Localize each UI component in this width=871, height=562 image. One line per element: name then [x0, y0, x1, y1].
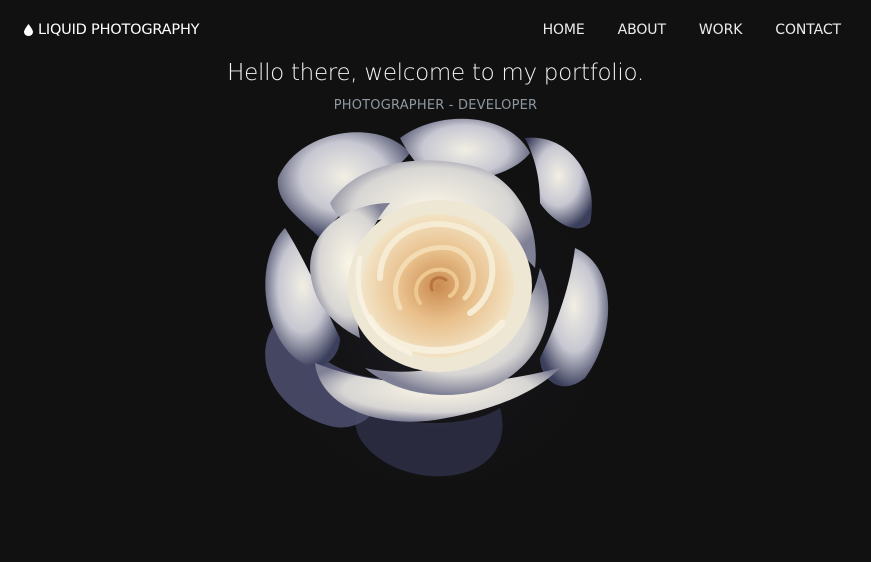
navbar: LIQUID PHOTOGRAPHY HOME ABOUT WORK CONTA… [0, 0, 871, 62]
brand-logo-link[interactable]: LIQUID PHOTOGRAPHY [24, 22, 200, 38]
water-drop-icon [24, 24, 33, 36]
hero-title: Hello there, welcome to my portfolio. [227, 60, 644, 86]
nav-about-link[interactable]: ABOUT [618, 22, 666, 38]
brand-name: LIQUID PHOTOGRAPHY [38, 22, 200, 38]
rose-hero-image [240, 118, 630, 488]
nav-home-link[interactable]: HOME [543, 22, 585, 38]
nav-work-link[interactable]: WORK [699, 22, 742, 38]
main-nav: HOME ABOUT WORK CONTACT [543, 22, 842, 38]
nav-contact-link[interactable]: CONTACT [775, 22, 841, 38]
